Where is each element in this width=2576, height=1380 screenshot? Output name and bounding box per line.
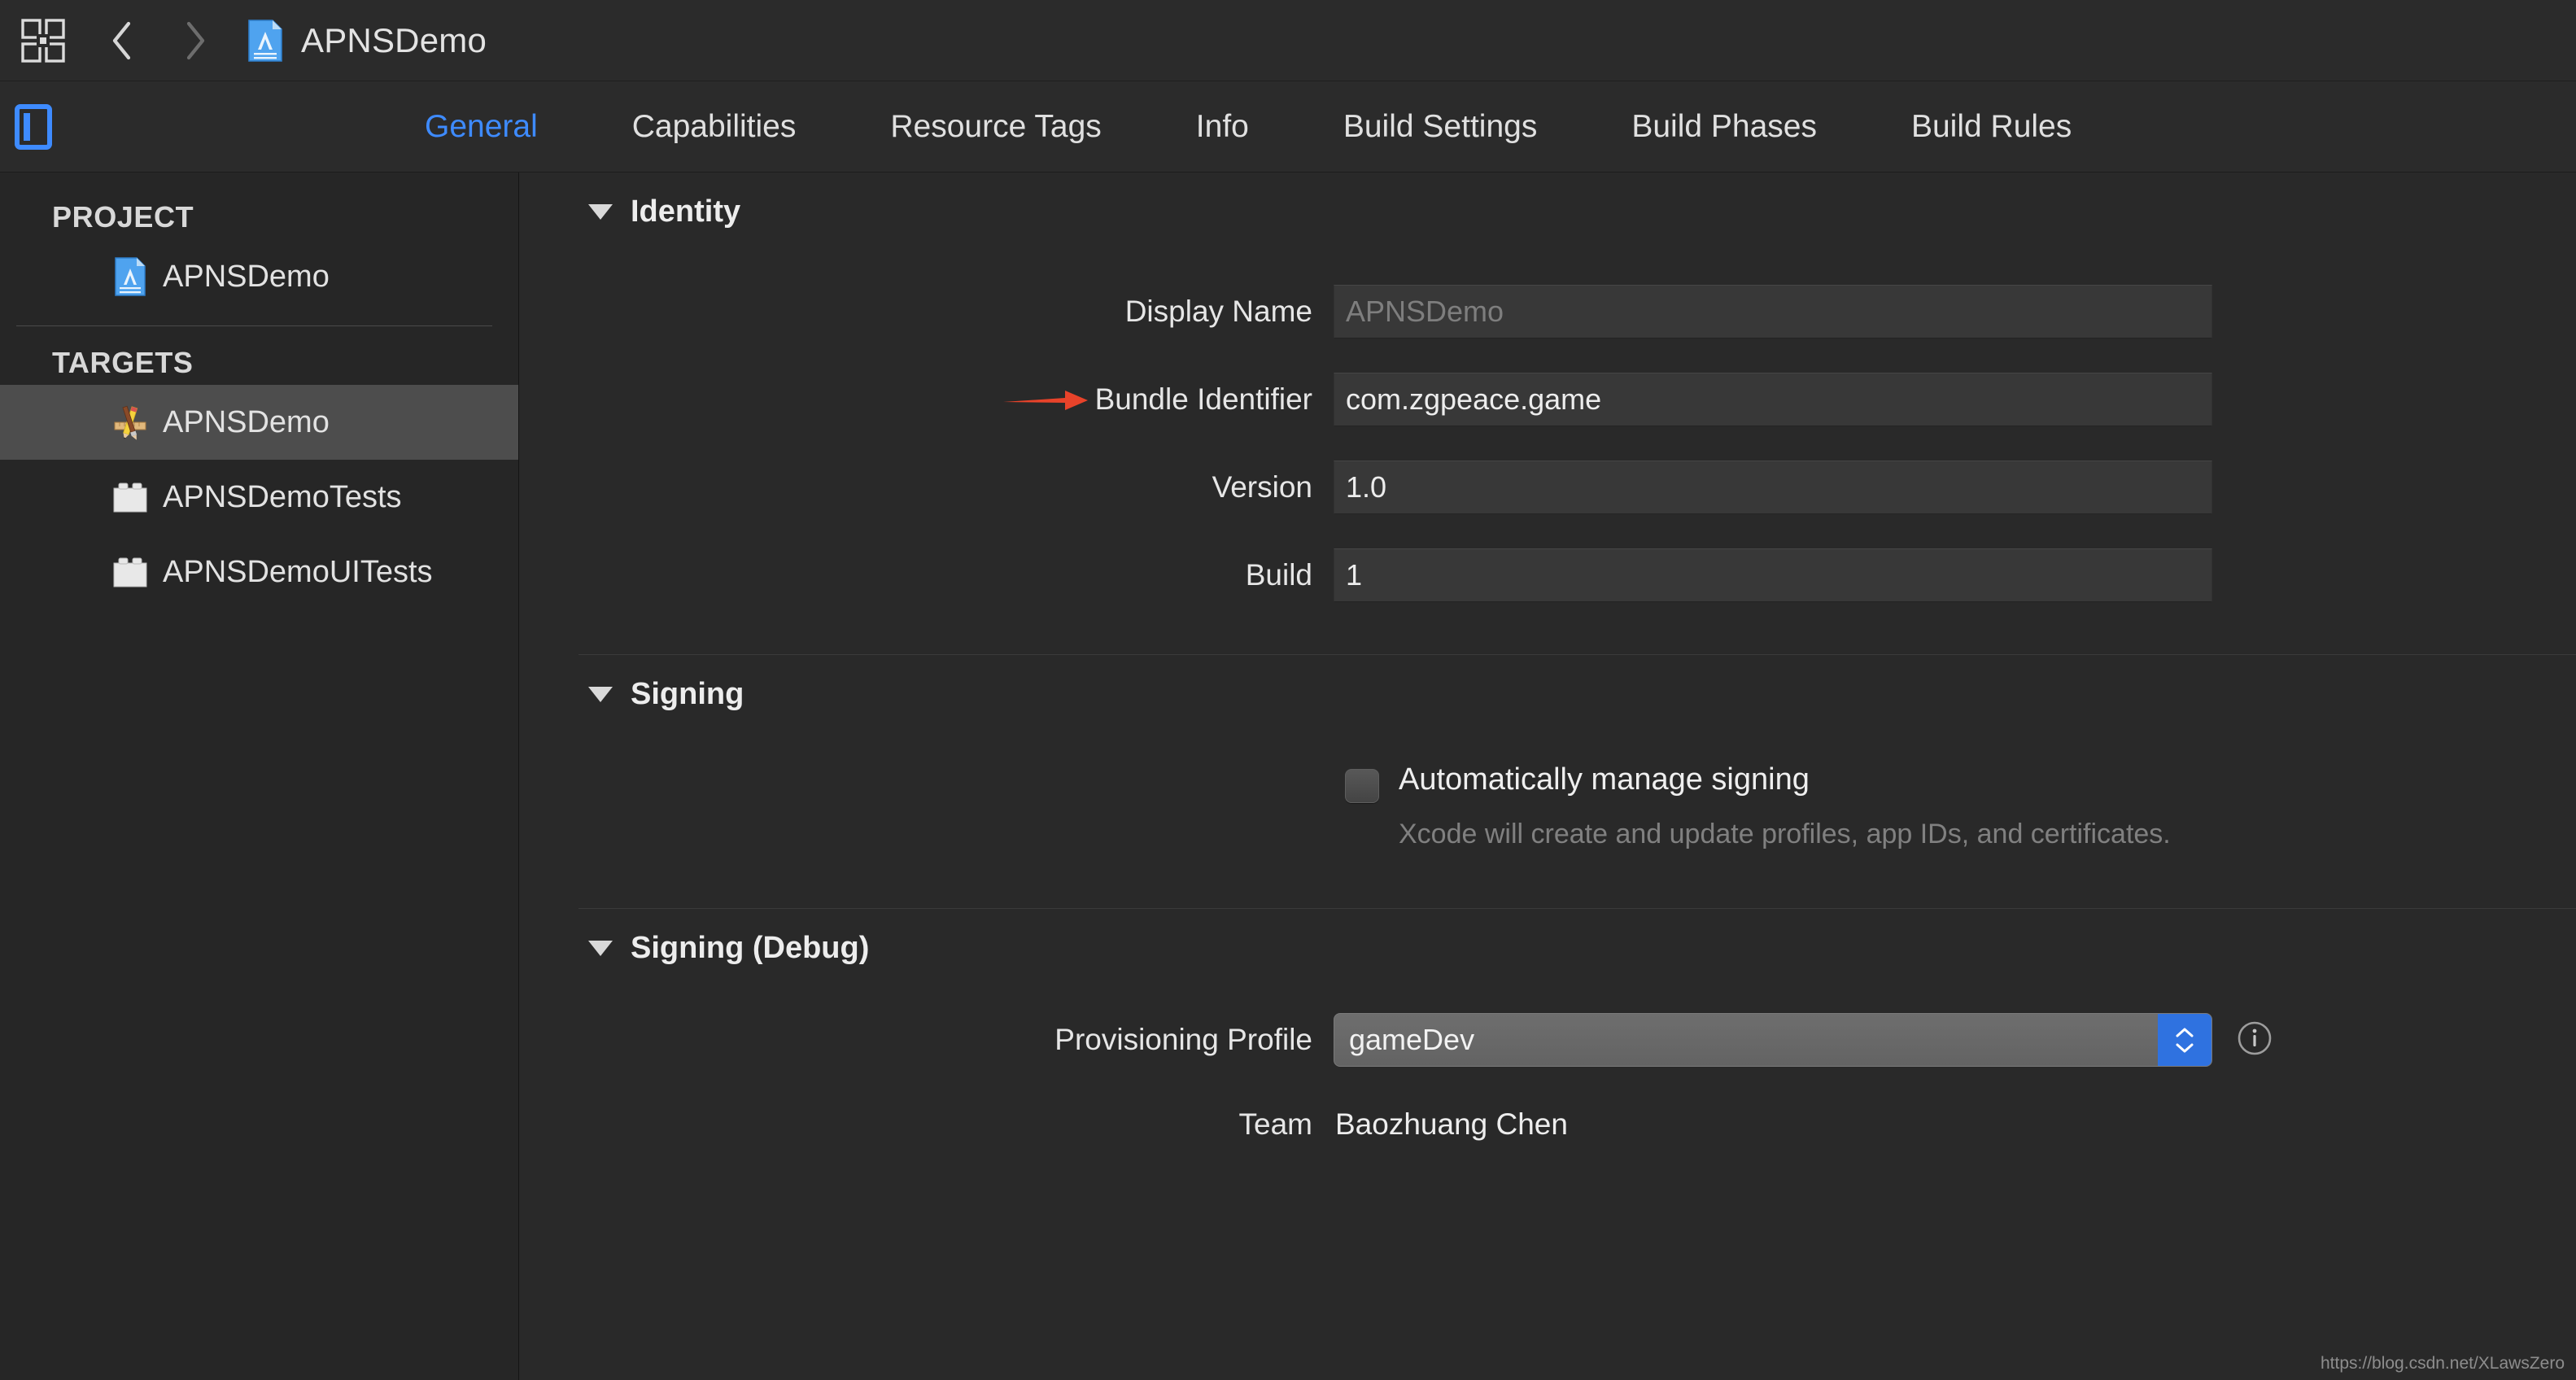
xcode-project-document-icon [111,257,150,296]
test-bundle-icon [111,478,150,517]
section-title: Identity [631,194,741,229]
field-row-build: Build 1 [520,542,2576,609]
sidebar-item-target-apnsdemotests[interactable]: APNSDemoTests [0,460,518,535]
sidebar-toggle-icon[interactable] [15,102,52,152]
chevron-down-icon[interactable] [588,686,613,702]
tab-build-settings[interactable]: Build Settings [1296,109,1584,145]
field-row-version: Version 1.0 [520,454,2576,521]
back-chevron-icon[interactable] [99,16,145,65]
field-row-team: Team Baozhuang Chen [520,1091,2576,1158]
tab-build-phases[interactable]: Build Phases [1584,109,1864,145]
tab-info[interactable]: Info [1149,109,1296,145]
section-title: Signing [631,676,744,711]
section-header-signing[interactable]: Signing [520,655,2576,733]
chevron-down-icon[interactable] [588,940,613,956]
section-header-identity[interactable]: Identity [520,172,2576,251]
section-title: Signing (Debug) [631,930,870,965]
sidebar-item-project-apnsdemo[interactable]: APNSDemo [0,239,518,314]
team-value: Baozhuang Chen [1335,1107,1568,1142]
tab-bar: General Capabilities Resource Tags Info … [0,81,2576,172]
automatic-signing-row: Automatically manage signing [520,762,2576,803]
watermark: https://blog.csdn.net/XLawsZero [2321,1354,2565,1373]
grid-icon[interactable] [20,17,67,64]
tab-build-rules[interactable]: Build Rules [1864,109,2119,145]
sidebar-item-label: APNSDemoUITests [163,554,433,589]
tab-general[interactable]: General [378,109,585,145]
forward-chevron-icon[interactable] [172,16,218,65]
version-input[interactable]: 1.0 [1334,461,2212,514]
field-row-display-name: Display Name APNSDemo [520,278,2576,345]
page-title: APNSDemo [301,20,487,59]
provisioning-profile-label: Provisioning Profile [1054,1023,1312,1057]
tab-resource-tags[interactable]: Resource Tags [843,109,1148,145]
test-bundle-icon [111,552,150,592]
display-name-label: Display Name [1124,295,1312,328]
general-settings-pane: Identity Display Name APNSDemo Bundle Id… [520,172,2576,1380]
project-navigator-sidebar: PROJECT APNSDemo TARGETS APNSDemo APNSDe… [0,172,519,1380]
sidebar-section-project: PROJECT [52,200,194,234]
sidebar-section-targets: TARGETS [52,346,194,379]
provisioning-profile-select[interactable]: gameDev [1334,1013,2212,1068]
sidebar-item-label: APNSDemoTests [163,479,402,514]
field-row-bundle-identifier: Bundle Identifier com.zgpeace.game [520,366,2576,433]
info-circle-icon[interactable] [2237,1020,2273,1060]
build-input[interactable]: 1 [1334,548,2212,602]
app-target-icon [111,403,150,442]
chevron-down-icon[interactable] [588,203,613,220]
automatically-manage-signing-label: Automatically manage signing [1399,762,1810,797]
tab-capabilities[interactable]: Capabilities [585,109,844,145]
version-label: Version [1212,470,1312,504]
chevron-up-down-icon[interactable] [2158,1014,2211,1067]
sidebar-divider [16,325,492,326]
build-label: Build [1245,558,1312,592]
field-row-provisioning-profile: Provisioning Profile gameDev [520,1007,2576,1073]
sidebar-item-target-apnsdemouitests[interactable]: APNSDemoUITests [0,535,518,609]
display-name-input[interactable]: APNSDemo [1334,285,2212,338]
xcode-project-document-icon [247,19,283,63]
automatically-manage-signing-checkbox[interactable] [1345,769,1379,803]
team-label: Team [1238,1107,1312,1142]
red-arrow-annotation [1002,381,1091,418]
sidebar-item-label: APNSDemo [163,259,330,294]
section-header-signing-debug[interactable]: Signing (Debug) [520,909,2576,987]
provisioning-profile-value: gameDev [1349,1023,1475,1057]
tab-list: General Capabilities Resource Tags Info … [378,109,2119,145]
bundle-identifier-label: Bundle Identifier [1094,382,1312,416]
automatic-signing-hint: Xcode will create and update profiles, a… [1399,819,2171,849]
title-bar: APNSDemo [0,0,2576,81]
sidebar-item-label: APNSDemo [163,404,330,439]
sidebar-item-target-apnsdemo[interactable]: APNSDemo [0,385,518,460]
bundle-identifier-input[interactable]: com.zgpeace.game [1334,373,2212,426]
